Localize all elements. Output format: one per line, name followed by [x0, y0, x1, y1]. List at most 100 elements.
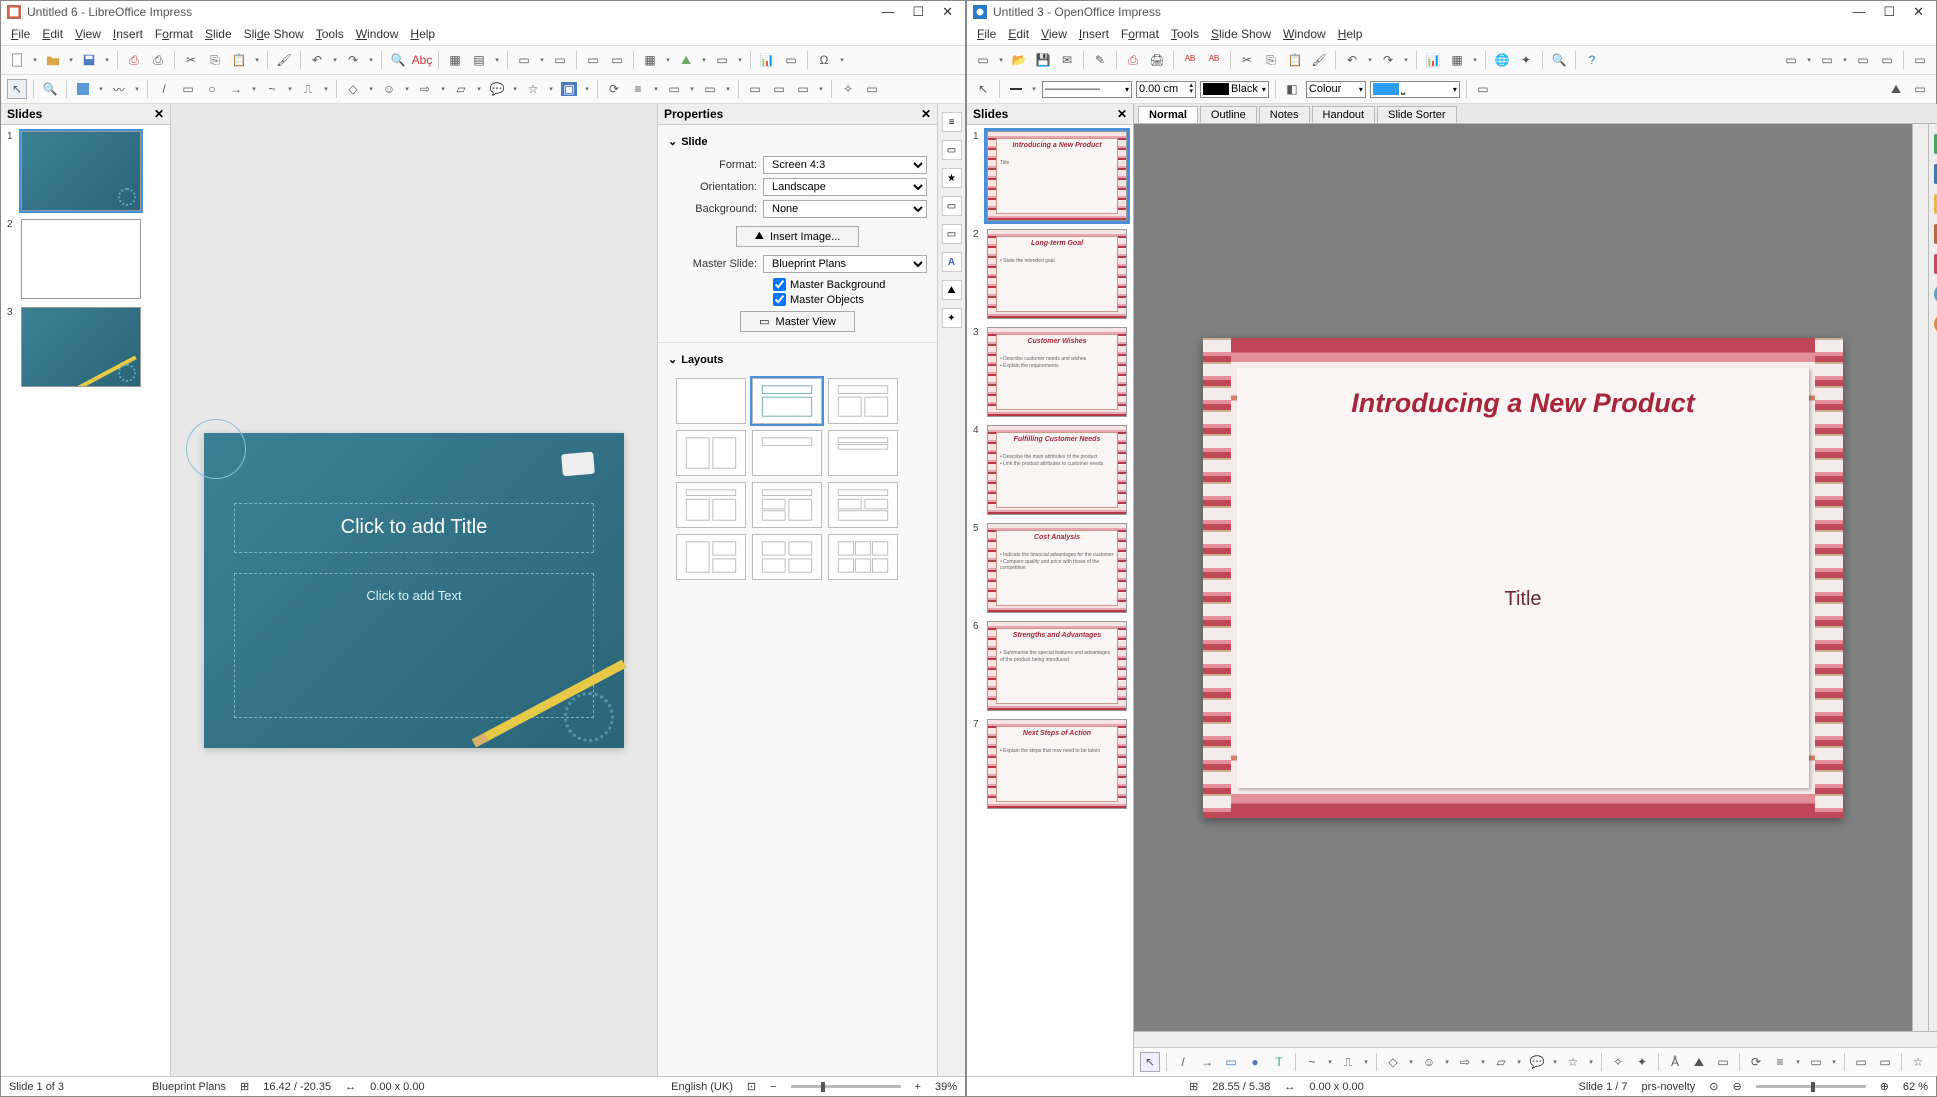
scrollbar-h[interactable] — [1134, 1031, 1937, 1047]
find-button[interactable]: 🔍 — [388, 50, 408, 70]
master-tab-icon[interactable]: ▭ — [942, 224, 962, 244]
layout-7[interactable] — [676, 482, 746, 528]
align-tool[interactable]: ≡ — [1770, 1052, 1790, 1072]
animations-tab-icon[interactable]: ▭ — [942, 196, 962, 216]
maximize-button[interactable]: ☐ — [1883, 4, 1895, 20]
menu-window[interactable]: Window — [1283, 27, 1326, 41]
line-tool[interactable]: / — [154, 79, 174, 99]
star-tool[interactable]: ☆ — [1563, 1052, 1583, 1072]
text-tool[interactable]: T — [1269, 1052, 1289, 1072]
start-first-button[interactable]: ▭ — [583, 50, 603, 70]
oo-subtitle-text[interactable]: Title — [1253, 588, 1793, 611]
snap-button[interactable]: ▤ — [469, 50, 489, 70]
format-paint-button[interactable]: 🖌 — [1309, 50, 1329, 70]
layout-8[interactable] — [752, 482, 822, 528]
arrange-tool[interactable]: ▭ — [664, 79, 684, 99]
menu-edit[interactable]: Edit — [1008, 27, 1029, 41]
slide-thumb-6[interactable]: 6Strengths and Advantages• Summarise the… — [973, 621, 1127, 711]
align-tool[interactable]: ≡ — [628, 79, 648, 99]
pointer-tool[interactable]: ↖ — [7, 79, 27, 99]
fill-type-select[interactable]: Colour▾ — [1306, 81, 1366, 98]
panel-close-icon[interactable]: ✕ — [1117, 107, 1127, 121]
basic-shapes-tool[interactable]: ◇ — [343, 79, 363, 99]
save-button[interactable] — [79, 50, 99, 70]
crop-tool[interactable]: ▭ — [769, 79, 789, 99]
basic-shapes-tool[interactable]: ◇ — [1383, 1052, 1403, 1072]
insert-textbox-button[interactable]: ▭ — [781, 50, 801, 70]
gallery-tool[interactable]: ▭ — [1713, 1052, 1733, 1072]
oo-slide-canvas[interactable]: Introducing a New Product Title — [1203, 338, 1843, 818]
clone-format-button[interactable]: 🖌 — [274, 50, 294, 70]
filter-tool[interactable]: ▭ — [793, 79, 813, 99]
layout-9[interactable] — [828, 482, 898, 528]
master-slide-select[interactable]: Blueprint Plans — [763, 255, 927, 273]
image-button[interactable]: ⛰ — [1886, 79, 1906, 99]
properties-tab-icon[interactable] — [1934, 134, 1937, 154]
layout-11[interactable] — [752, 534, 822, 580]
slide-thumb-3[interactable]: 3Customer Wishes• Describe customer need… — [973, 327, 1127, 417]
tab-normal[interactable]: Normal — [1138, 106, 1198, 123]
custom-tab-icon[interactable] — [1934, 224, 1937, 244]
slide-layout-button[interactable]: ▭ — [1853, 50, 1873, 70]
lo-slide-canvas[interactable]: Click to add Title Click to add Text — [204, 433, 624, 748]
menu-window[interactable]: Window — [356, 27, 399, 41]
spellcheck-button[interactable]: Abç — [412, 50, 432, 70]
slide-design-button[interactable]: ▭ — [1817, 50, 1837, 70]
design-tab-icon[interactable] — [1934, 254, 1937, 274]
save-button[interactable]: 💾 — [1033, 50, 1053, 70]
format-select[interactable]: Screen 4:3 — [763, 156, 927, 174]
menu-format[interactable]: Format — [1121, 27, 1159, 41]
callout-tool[interactable]: 💬 — [1527, 1052, 1547, 1072]
flowchart-tool[interactable]: ▱ — [451, 79, 471, 99]
transition-tab-icon[interactable] — [1934, 284, 1937, 304]
curve-tool[interactable]: ~ — [1302, 1052, 1322, 1072]
oo-canvas-area[interactable]: Introducing a New Product Title — [1134, 124, 1912, 1031]
cut-button[interactable]: ✂ — [181, 50, 201, 70]
menu-slideshow[interactable]: Slide Show — [244, 27, 304, 41]
paste-button[interactable]: 📋 — [1285, 50, 1305, 70]
start-current-button[interactable]: ▭ — [607, 50, 627, 70]
new-button[interactable] — [7, 50, 27, 70]
display-views-button[interactable]: ▭ — [514, 50, 534, 70]
callout-tool[interactable]: 💬 — [487, 79, 507, 99]
slide-thumb-2[interactable]: 2 — [7, 219, 164, 299]
background-select[interactable]: None — [763, 200, 927, 218]
copy-button[interactable]: ⎘ — [205, 50, 225, 70]
fit-icon[interactable]: ⊙ — [1709, 1080, 1718, 1093]
slide-tab-icon[interactable]: ▭ — [942, 140, 962, 160]
layout-3[interactable] — [828, 378, 898, 424]
redo-button[interactable]: ↷ — [1378, 50, 1398, 70]
copy-button[interactable]: ⎘ — [1261, 50, 1281, 70]
print-button[interactable]: 🖨 — [1147, 50, 1167, 70]
title-placeholder[interactable]: Click to add Title — [234, 503, 594, 553]
menu-tools[interactable]: Tools — [316, 27, 344, 41]
oo-title-text[interactable]: Introducing a New Product — [1253, 388, 1793, 419]
lo-canvas-area[interactable]: Click to add Title Click to add Text — [171, 104, 657, 1076]
arrow-tool[interactable]: ↖ — [973, 79, 993, 99]
undo-button[interactable]: ↶ — [307, 50, 327, 70]
close-button[interactable]: ✕ — [1913, 4, 1924, 20]
animation-tab-icon[interactable] — [1934, 314, 1937, 334]
area-style-button[interactable]: ◧ — [1282, 79, 1302, 99]
table-button[interactable]: ▦ — [1447, 50, 1467, 70]
layout-1[interactable] — [676, 378, 746, 424]
shadow-button[interactable]: ▭ — [1473, 79, 1493, 99]
master-view-button[interactable]: ▭Master View — [740, 311, 855, 332]
email-button[interactable]: ✉ — [1057, 50, 1077, 70]
edit-button[interactable]: ✎ — [1090, 50, 1110, 70]
slide-thumb-1[interactable]: 1 — [7, 131, 164, 211]
from-file-tool[interactable]: ⛰ — [1689, 1052, 1709, 1072]
maximize-button[interactable]: ☐ — [912, 4, 924, 20]
slide-show-button[interactable]: ▭ — [1877, 50, 1897, 70]
tab-handout[interactable]: Handout — [1312, 106, 1376, 123]
menu-help[interactable]: Help — [410, 27, 435, 41]
extrusion-tool[interactable]: ▭ — [1851, 1052, 1871, 1072]
menu-slideshow[interactable]: Slide Show — [1211, 27, 1271, 41]
layout-6[interactable] — [828, 430, 898, 476]
arrange-tool[interactable]: ▭ — [1806, 1052, 1826, 1072]
close-button[interactable]: ✕ — [942, 4, 953, 20]
layout-10[interactable] — [676, 534, 746, 580]
zoom-slider[interactable] — [1756, 1085, 1866, 1088]
menu-help[interactable]: Help — [1338, 27, 1363, 41]
tab-outline[interactable]: Outline — [1200, 106, 1257, 123]
